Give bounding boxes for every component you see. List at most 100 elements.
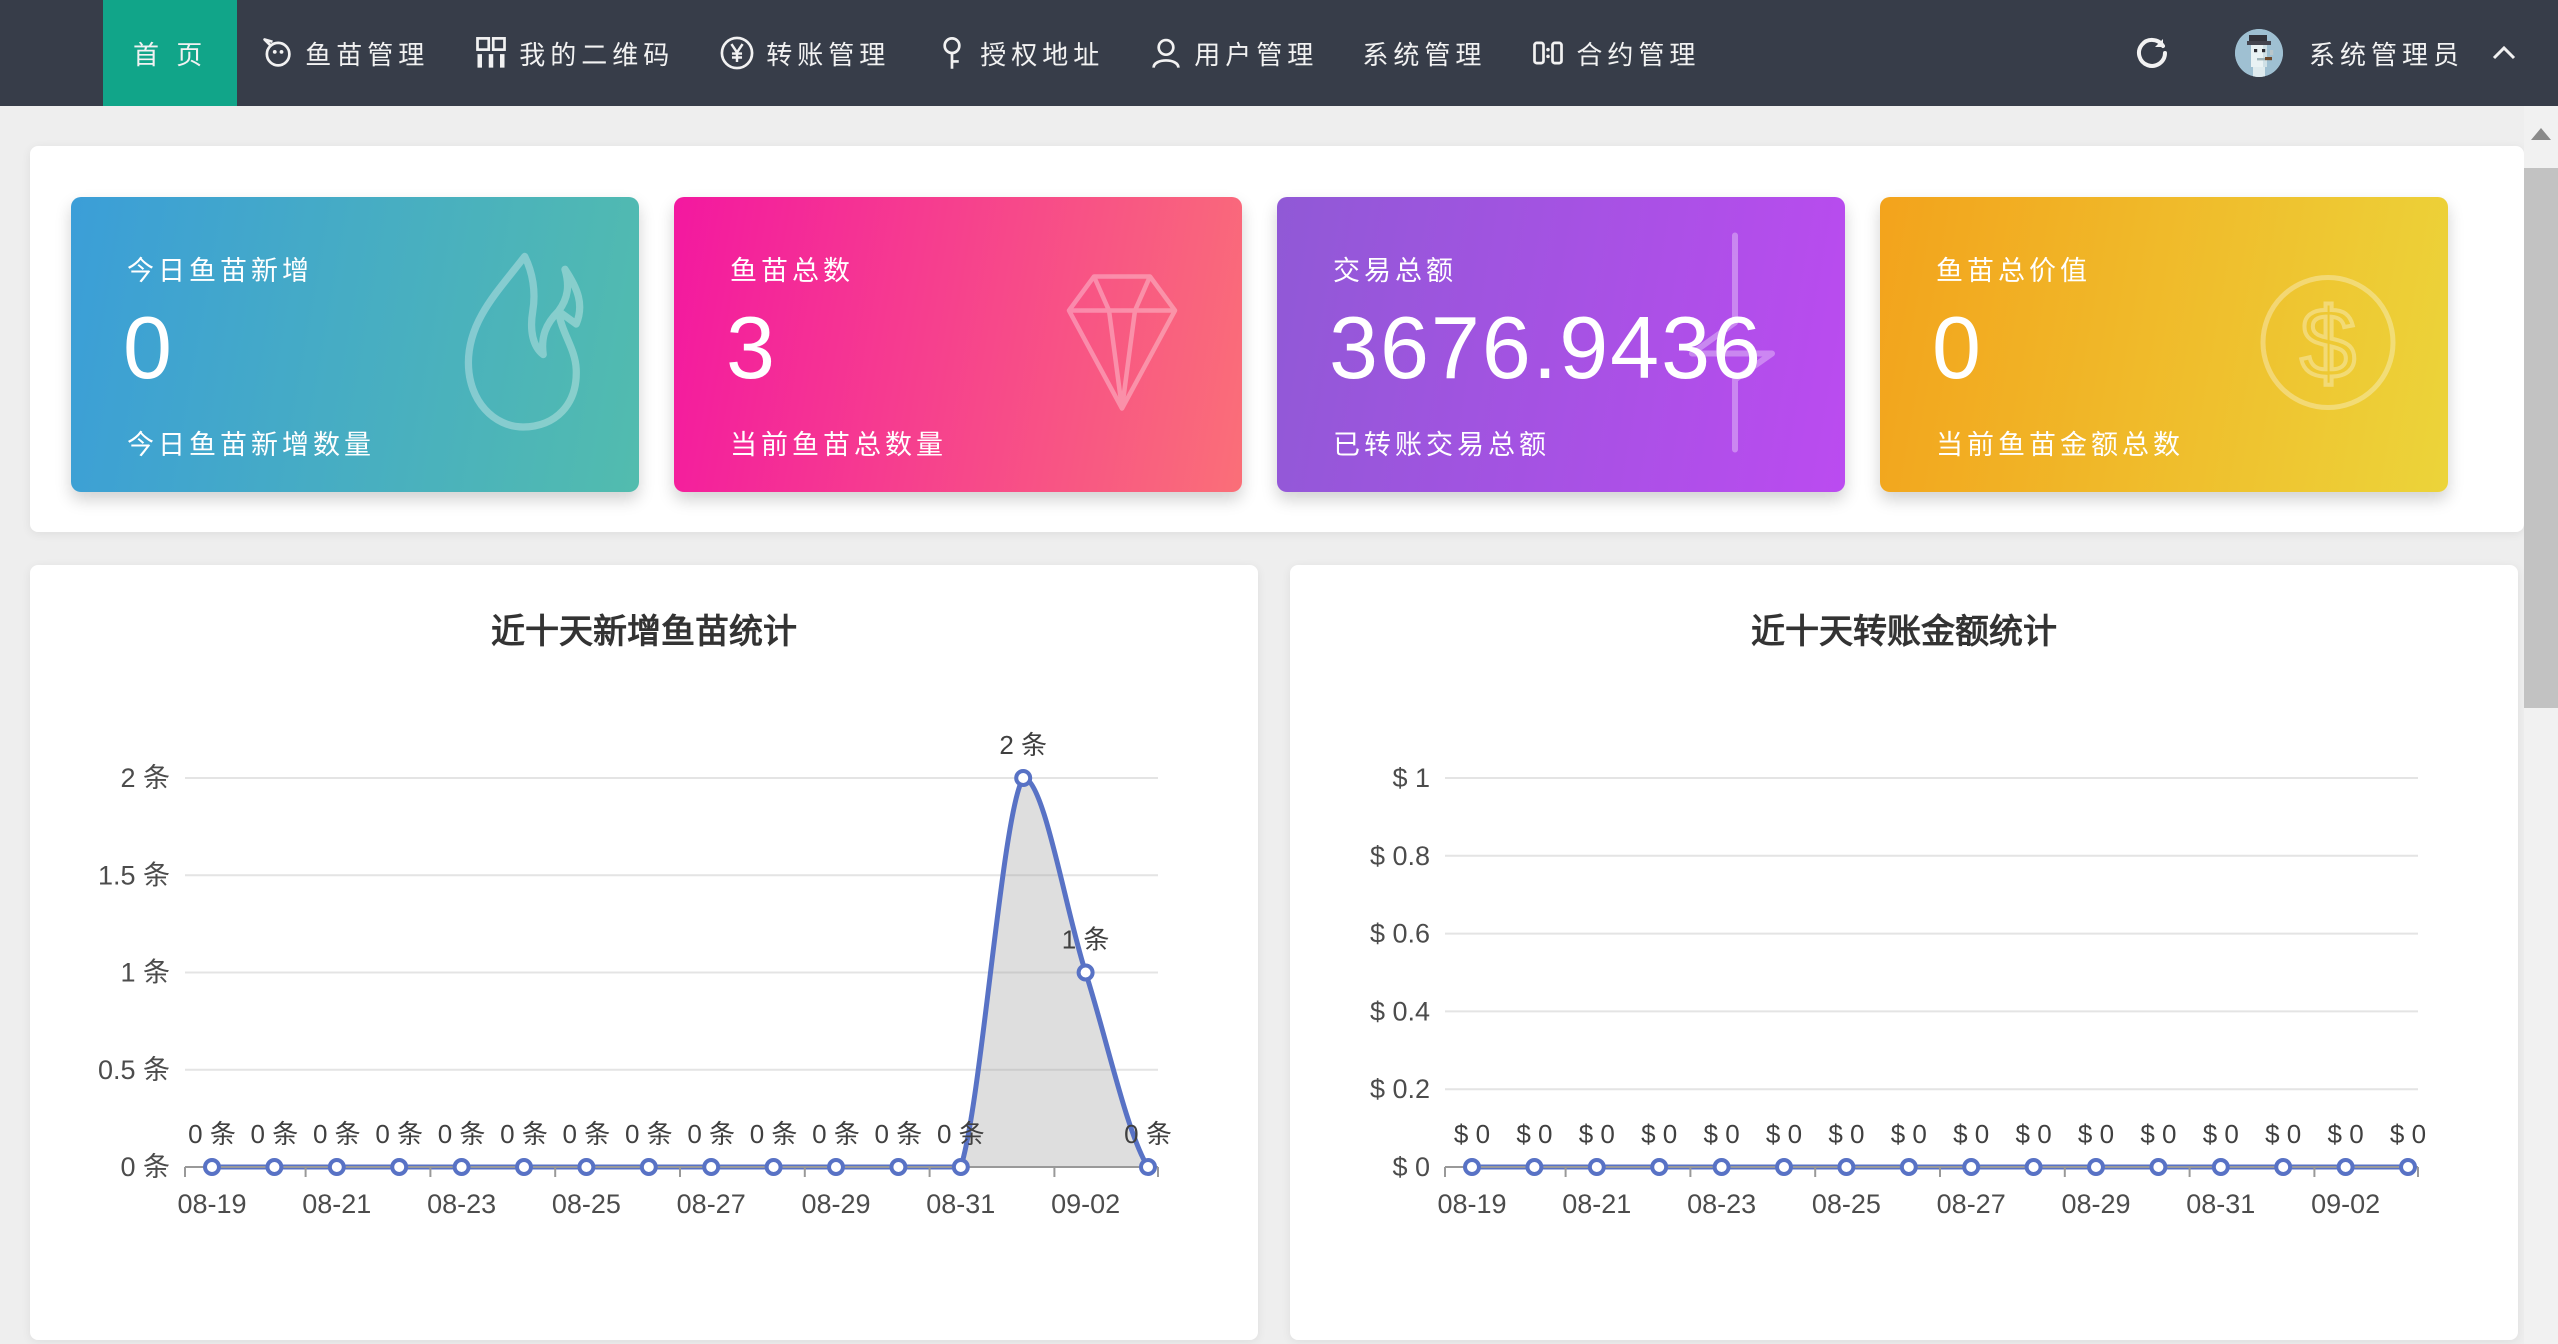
svg-text:08-23: 08-23 [1687,1189,1756,1219]
svg-text:08-19: 08-19 [177,1189,246,1219]
nav-item-system-management[interactable]: 系统管理 [1340,0,1508,106]
svg-text:0 条: 0 条 [687,1119,735,1149]
svg-text:$ 1: $ 1 [1392,763,1430,793]
svg-text:$ 0: $ 0 [2328,1119,2364,1149]
nav-item-label: 系统管理 [1362,35,1486,72]
contract-icon [1530,35,1566,71]
svg-text:0 条: 0 条 [251,1119,299,1149]
card-title: 今日鱼苗新增 [127,249,313,288]
svg-text:0 条: 0 条 [375,1119,423,1149]
chart-panel-transfer-amount: 近十天转账金额统计$ 0$ 0.2$ 0.4$ 0.6$ 0.8$ 108-19… [1290,565,2518,1340]
svg-text:$ 0: $ 0 [1704,1119,1740,1149]
nav-menu: 首 页 鱼苗管理 [103,0,1722,106]
svg-text:$ 0: $ 0 [1454,1119,1490,1149]
stats-panel: 今日鱼苗新增 0 今日鱼苗新增数量 鱼苗总数 3 当前鱼苗总数量 [30,146,2524,532]
svg-text:近十天转账金额统计: 近十天转账金额统计 [1751,612,2057,651]
svg-text:0 条: 0 条 [438,1119,486,1149]
svg-text:$: $ [2300,287,2356,399]
diamond-icon [1047,262,1197,427]
card-subtitle: 今日鱼苗新增数量 [127,423,375,462]
nav-item-label: 我的二维码 [519,35,674,72]
svg-text:0 条: 0 条 [812,1119,860,1149]
qrcode-icon [473,35,509,71]
svg-text:1 条: 1 条 [1062,925,1110,955]
line-chart-transfer-amount: 近十天转账金额统计$ 0$ 0.2$ 0.4$ 0.6$ 0.8$ 108-19… [1290,565,2518,1340]
nav-item-my-qrcode[interactable]: 我的二维码 [451,0,696,106]
svg-text:$ 0: $ 0 [1579,1119,1615,1149]
svg-text:0 条: 0 条 [1124,1119,1172,1149]
svg-text:08-31: 08-31 [2186,1189,2255,1219]
card-title: 鱼苗总价值 [1936,249,2091,288]
stat-card-transaction-total: 交易总额 3676.9436 已转账交易总额 [1277,197,1845,492]
user-icon [1148,35,1184,71]
dashboard-page: 首 页 鱼苗管理 [0,0,2558,1344]
svg-text:$ 0: $ 0 [1766,1119,1802,1149]
card-subtitle: 当前鱼苗总数量 [730,423,947,462]
svg-text:0 条: 0 条 [937,1119,985,1149]
svg-text:08-21: 08-21 [302,1189,371,1219]
nav-item-home[interactable]: 首 页 [103,0,237,106]
svg-text:$ 0: $ 0 [2016,1119,2052,1149]
vertical-scrollbar [2524,106,2558,1344]
refresh-icon[interactable] [2135,36,2169,70]
svg-text:1.5 条: 1.5 条 [98,860,170,890]
nav-item-authorized-address[interactable]: 授权地址 [912,0,1126,106]
svg-text:0 条: 0 条 [313,1119,361,1149]
svg-text:$ 0.8: $ 0.8 [1370,841,1430,871]
scrollbar-up-button[interactable] [2524,106,2558,162]
nav-item-label: 用户管理 [1194,35,1318,72]
nav-item-label: 鱼苗管理 [305,35,429,72]
svg-text:0 条: 0 条 [563,1119,611,1149]
card-value: 3 [726,297,777,399]
nav-item-transfer-management[interactable]: 转账管理 [696,0,912,106]
svg-text:0 条: 0 条 [188,1119,236,1149]
svg-text:$ 0: $ 0 [2203,1119,2239,1149]
nav-right-cluster: 系统管理员 [2135,0,2518,106]
svg-text:$ 0: $ 0 [2390,1119,2426,1149]
nav-item-label: 转账管理 [766,35,890,72]
card-title: 鱼苗总数 [730,249,854,288]
svg-text:$ 0: $ 0 [2078,1119,2114,1149]
svg-text:2 条: 2 条 [120,763,170,793]
avatar[interactable] [2235,29,2283,77]
svg-text:$ 0: $ 0 [1828,1119,1864,1149]
svg-text:08-25: 08-25 [1812,1189,1881,1219]
svg-text:08-31: 08-31 [926,1189,995,1219]
nav-item-label: 授权地址 [980,35,1104,72]
card-subtitle: 已转账交易总额 [1333,423,1550,462]
svg-text:09-02: 09-02 [2311,1189,2380,1219]
yen-circle-icon [718,34,756,72]
pulse-icon [1650,227,1800,462]
card-subtitle: 当前鱼苗金额总数 [1936,423,2184,462]
svg-text:08-21: 08-21 [1562,1189,1631,1219]
chevron-up-icon[interactable] [2490,43,2518,63]
stat-cards-row: 今日鱼苗新增 0 今日鱼苗新增数量 鱼苗总数 3 当前鱼苗总数量 [71,197,2448,492]
svg-text:近十天新增鱼苗统计: 近十天新增鱼苗统计 [491,613,797,651]
svg-text:$ 0: $ 0 [2140,1119,2176,1149]
svg-text:$ 0: $ 0 [1641,1119,1677,1149]
username-label[interactable]: 系统管理员 [2309,35,2464,72]
scrollbar-thumb[interactable] [2524,168,2558,708]
stat-card-fish-value: 鱼苗总价值 0 当前鱼苗金额总数 $ [1880,197,2448,492]
flame-icon [449,250,594,440]
nav-item-fish-management[interactable]: 鱼苗管理 [237,0,451,106]
top-navbar: 首 页 鱼苗管理 [0,0,2558,106]
svg-text:0.5 条: 0.5 条 [98,1055,170,1085]
svg-text:09-02: 09-02 [1051,1189,1120,1219]
dollar-circle-icon: $ [2253,267,2403,422]
nav-item-user-management[interactable]: 用户管理 [1126,0,1340,106]
svg-text:$ 0: $ 0 [1392,1152,1430,1182]
svg-text:$ 0: $ 0 [1891,1119,1927,1149]
fish-icon [259,35,295,71]
nav-item-contract-management[interactable]: 合约管理 [1508,0,1722,106]
svg-text:0 条: 0 条 [500,1119,548,1149]
svg-text:0 条: 0 条 [625,1119,673,1149]
svg-text:1 条: 1 条 [120,958,170,988]
nav-item-label: 合约管理 [1576,35,1700,72]
card-title: 交易总额 [1333,249,1457,288]
svg-text:0 条: 0 条 [120,1152,170,1182]
svg-text:08-27: 08-27 [677,1189,746,1219]
line-chart-new-fish: 近十天新增鱼苗统计 0 条 0.5 条 1 条 1.5 条 2 条 08-19 08-21 08… [30,565,1258,1340]
key-icon [934,35,970,71]
nav-item-label: 首 页 [133,35,207,72]
